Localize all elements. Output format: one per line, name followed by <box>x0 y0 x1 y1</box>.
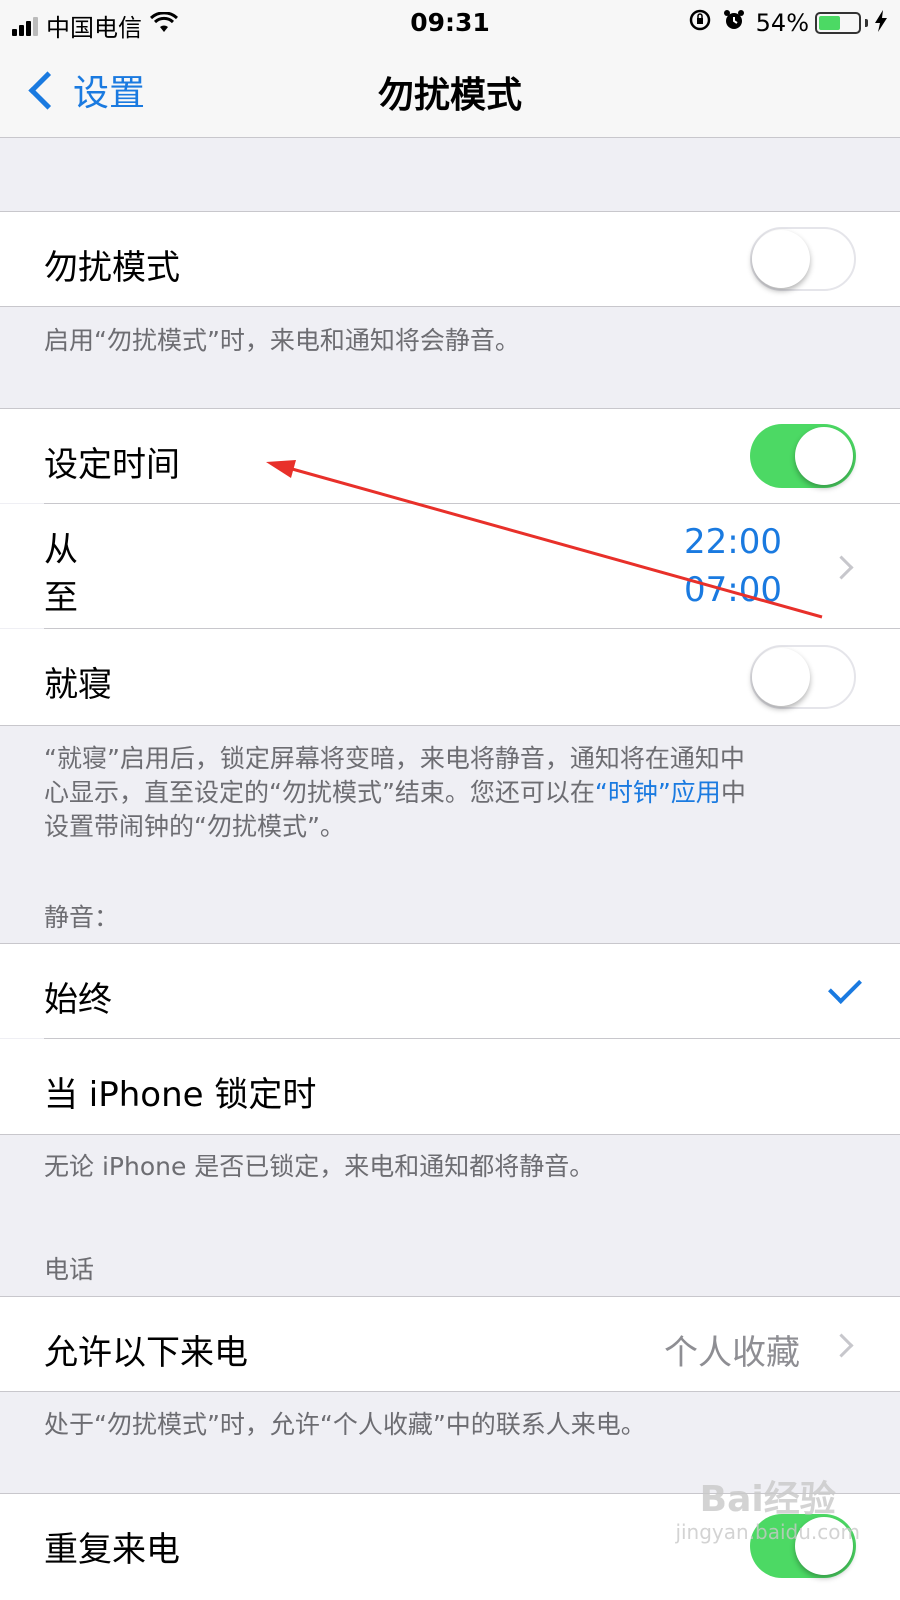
allow-calls-row[interactable]: 允许以下来电 个人收藏 <box>0 1297 900 1391</box>
battery-fill <box>819 16 840 30</box>
toggle-knob <box>752 648 810 706</box>
bedtime-footer-line2-a: 心显示，直至设定的“勿扰模式”结束。您还可以在 <box>44 778 595 807</box>
scheduled-row[interactable]: 设定时间 <box>0 409 900 503</box>
navigation-bar: 设置 勿扰模式 <box>0 44 900 138</box>
dnd-footer: 启用“勿扰模式”时，来电和通知将会静音。 <box>44 326 520 355</box>
bedtime-label: 就寝 <box>44 665 112 705</box>
dnd-toggle[interactable] <box>750 227 856 291</box>
baidu-watermark: Bai经验 jingyan.baidu.com <box>675 1479 860 1545</box>
scheduled-label: 设定时间 <box>44 445 180 485</box>
silence-locked-row[interactable]: 当 iPhone 锁定时 <box>0 1039 900 1134</box>
toggle-knob <box>752 230 810 288</box>
charging-icon <box>874 9 888 37</box>
allow-calls-value: 个人收藏 <box>664 1333 800 1373</box>
battery-percent: 54% <box>755 9 809 37</box>
group-bottom-border <box>0 1391 900 1392</box>
checkmark-icon <box>828 970 862 1004</box>
status-bar: 中国电信 09:31 54% <box>0 0 900 44</box>
orientation-lock-icon <box>688 8 712 38</box>
from-time: 22:00 <box>684 522 782 562</box>
toggle-knob <box>795 427 853 485</box>
allow-calls-label: 允许以下来电 <box>44 1333 248 1373</box>
silence-footer: 无论 iPhone 是否已锁定，来电和通知都将静音。 <box>44 1152 595 1181</box>
silence-locked-label: 当 iPhone 锁定时 <box>44 1075 317 1115</box>
silence-header: 静音： <box>44 903 120 932</box>
phone-footer: 处于“勿扰模式”时，允许“个人收藏”中的联系人来电。 <box>44 1410 646 1439</box>
phone-header: 电话 <box>44 1255 95 1284</box>
chevron-right-icon <box>829 555 854 580</box>
silence-always-label: 始终 <box>44 980 112 1020</box>
battery-icon <box>815 12 861 34</box>
dnd-label: 勿扰模式 <box>44 248 180 288</box>
page-title: 勿扰模式 <box>377 75 522 116</box>
to-label: 至 <box>44 578 78 618</box>
schedule-time-row[interactable]: 从 至 22:00 07:00 <box>0 504 900 628</box>
scheduled-toggle[interactable] <box>750 424 856 488</box>
watermark-url: jingyan.baidu.com <box>675 1520 860 1544</box>
bedtime-footer-line2: 心显示，直至设定的“勿扰模式”结束。您还可以在“时钟”应用中 <box>44 776 864 810</box>
status-right: 54% <box>688 8 888 38</box>
to-time: 07:00 <box>684 570 782 610</box>
chevron-right-icon <box>829 1333 854 1358</box>
bedtime-toggle[interactable] <box>750 645 856 709</box>
clock-app-link[interactable]: “时钟”应用 <box>595 778 721 807</box>
alarm-icon <box>722 8 746 38</box>
watermark-brand: Bai经验 <box>699 1479 836 1520</box>
silence-always-row[interactable]: 始终 <box>0 944 900 1038</box>
bedtime-footer-line2-b: 中 <box>720 778 746 807</box>
group-bottom-border <box>0 1134 900 1135</box>
repeated-calls-label: 重复来电 <box>44 1530 180 1570</box>
dnd-row[interactable]: 勿扰模式 <box>0 212 900 306</box>
bedtime-footer: “就寝”启用后，锁定屏幕将变暗，来电将静音，通知将在通知中 心显示，直至设定的“… <box>44 742 864 844</box>
bedtime-footer-line3: 设置带闹钟的“勿扰模式”。 <box>44 812 345 841</box>
group-bottom-border <box>0 725 900 726</box>
group-bottom-border <box>0 306 900 307</box>
from-label: 从 <box>44 530 78 570</box>
bedtime-footer-line1: “就寝”启用后，锁定屏幕将变暗，来电将静音，通知将在通知中 <box>44 744 745 773</box>
battery-cap <box>865 19 868 27</box>
bedtime-row[interactable]: 就寝 <box>0 629 900 725</box>
